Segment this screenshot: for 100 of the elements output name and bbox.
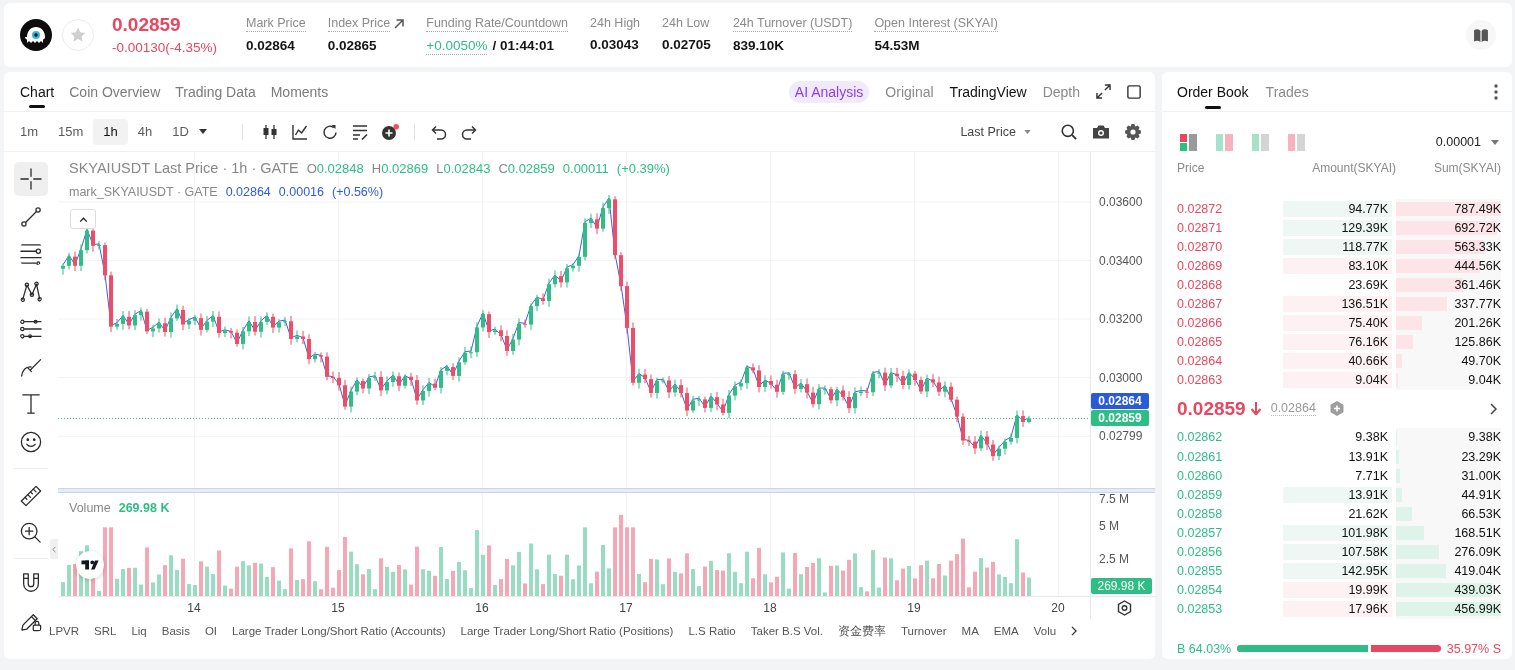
square-icon[interactable] (1127, 84, 1141, 99)
chart-tab[interactable]: Chart (20, 72, 55, 111)
indicator-tab[interactable]: Liq (131, 625, 147, 637)
price-source-dropdown[interactable]: Last Price (960, 124, 1031, 139)
interval-button[interactable]: 1m (10, 118, 49, 145)
bid-price: 0.02856 (1177, 545, 1223, 560)
ask-amount: 40.66K (1283, 353, 1392, 370)
list-icon[interactable] (351, 123, 368, 140)
dotted-lines-icon[interactable] (20, 318, 42, 340)
last-price: 0.02859 (1177, 397, 1246, 420)
indicator-tab[interactable]: OI (204, 625, 218, 637)
volume-value: 269.98 K (118, 501, 170, 515)
stat-value: 0.02705 (662, 36, 711, 53)
refresh-icon[interactable] (321, 123, 338, 140)
ruler-icon[interactable] (20, 484, 42, 507)
ask-sum: 563.33K (1454, 239, 1501, 254)
bid-sum: 66.53K (1461, 506, 1501, 521)
smiley-icon[interactable] (20, 430, 42, 453)
indicator-tab[interactable]: LPVR (49, 625, 80, 637)
expand-icon[interactable] (1096, 84, 1111, 99)
search-icon[interactable] (1061, 123, 1077, 140)
price-change: -0.00130(-4.35%) (112, 40, 219, 56)
stat-label: Index Price (327, 15, 391, 32)
interval-button[interactable]: 4h (127, 118, 163, 145)
indicator-tab[interactable]: L.S Ratio (688, 625, 736, 637)
caret-icon (198, 129, 207, 134)
combined-book-icon[interactable] (1180, 133, 1197, 151)
indicator-tab[interactable]: Taker B.S Vol. (750, 625, 823, 637)
chart-tab[interactable]: Trading Data (175, 72, 256, 111)
interval-button[interactable]: 1h (93, 118, 128, 145)
ask-price: 0.02871 (1177, 220, 1223, 235)
candles-icon[interactable] (261, 123, 278, 140)
add-hexagon-icon[interactable] (1329, 401, 1344, 417)
horizontal-lines-icon[interactable] (20, 243, 42, 265)
trend-line-icon[interactable] (20, 205, 42, 228)
time-axis-label: 20 (1051, 601, 1065, 615)
more-icon[interactable] (1494, 83, 1498, 100)
bid-sum: 456.99K (1454, 602, 1501, 617)
bid-amount: 7.71K (1354, 467, 1389, 484)
ask-amount: 9.04K (1283, 372, 1392, 389)
arrow-icon[interactable] (394, 18, 405, 29)
settings-icon[interactable] (1125, 123, 1141, 140)
chevron-right-icon[interactable] (1490, 402, 1497, 415)
chart-tab[interactable]: Coin Overview (69, 72, 161, 111)
add-icon[interactable] (381, 123, 399, 140)
volume-title: Volume (69, 501, 111, 515)
indicator-tab[interactable]: Volu (1033, 625, 1057, 637)
bid-sum: 276.09K (1454, 545, 1501, 560)
ask-price: 0.02870 (1177, 239, 1223, 254)
time-axis-label: 18 (763, 601, 777, 615)
chart-view-tab[interactable]: TradingView (949, 83, 1027, 100)
stat-label: 24h High (590, 15, 641, 31)
book-icon (1474, 28, 1488, 42)
stat-value: 0.02864 (246, 37, 295, 54)
indicator-tab[interactable]: SRL (94, 625, 117, 637)
price-axis-label: 0.03200 (1099, 312, 1143, 326)
interval-button[interactable]: 1D (162, 118, 217, 145)
order-book-tab[interactable]: Order Book (1177, 72, 1249, 111)
ohlc-value: 0.02859 (507, 161, 555, 176)
bid-price: 0.02854 (1177, 583, 1223, 598)
chart-view-tab[interactable]: Original (885, 83, 934, 100)
undo-icon[interactable] (430, 123, 447, 140)
order-book-tab[interactable]: Trades (1265, 72, 1309, 111)
crosshair-icon[interactable] (14, 162, 48, 196)
stat-value: 0.03043 (590, 36, 639, 53)
indicator-tab[interactable]: MA (961, 625, 979, 637)
interval-button[interactable]: 15m (48, 118, 94, 145)
ask-amount: 83.10K (1283, 257, 1392, 274)
chevron-right-icon[interactable] (1071, 626, 1078, 636)
chart-tab[interactable]: Moments (270, 72, 329, 111)
ohlc-label: C (498, 161, 508, 176)
bid-sum: 31.00K (1461, 468, 1501, 483)
ask-sum: 444.56K (1454, 258, 1501, 273)
bid-sum: 23.29K (1461, 449, 1501, 464)
settings-icon[interactable] (1118, 601, 1131, 615)
line-chart-icon[interactable] (291, 123, 308, 140)
indicator-tab[interactable]: EMA (993, 625, 1019, 637)
price-change: 0.00011 (562, 161, 609, 176)
funding-countdown: / 01:44:01 (492, 37, 554, 55)
buy-ratio: B 64.03% (1177, 641, 1232, 656)
precision-dropdown[interactable]: 0.00001 (1435, 135, 1499, 149)
time-axis-label: 14 (187, 601, 201, 615)
indicator-tab[interactable]: 资金费率 (838, 623, 886, 639)
collapse-button[interactable] (70, 209, 96, 229)
redo-icon[interactable] (460, 123, 477, 140)
indicator-tab[interactable]: Large Trader Long/Short Ratio (Accounts) (232, 625, 446, 637)
ai-analysis-button[interactable]: AI Analysis (788, 80, 870, 103)
zoom-in-icon[interactable] (20, 522, 42, 544)
bid-amount: 13.91K (1347, 448, 1389, 465)
magnet-icon[interactable] (20, 572, 42, 594)
time-axis-label: 17 (619, 601, 633, 615)
book-button[interactable] (1466, 20, 1496, 50)
logo-icon[interactable] (76, 551, 104, 579)
camera-icon[interactable] (1093, 124, 1109, 139)
pattern-icon[interactable] (20, 280, 42, 303)
indicator-tab[interactable]: Large Trader Long/Short Ratio (Positions) (460, 625, 674, 637)
indicator-tab[interactable]: Basis (161, 625, 190, 637)
indicator-tab[interactable]: Turnover (901, 625, 947, 637)
last-price-tag: 0.02859 (1091, 410, 1149, 426)
text-icon[interactable] (20, 393, 42, 415)
